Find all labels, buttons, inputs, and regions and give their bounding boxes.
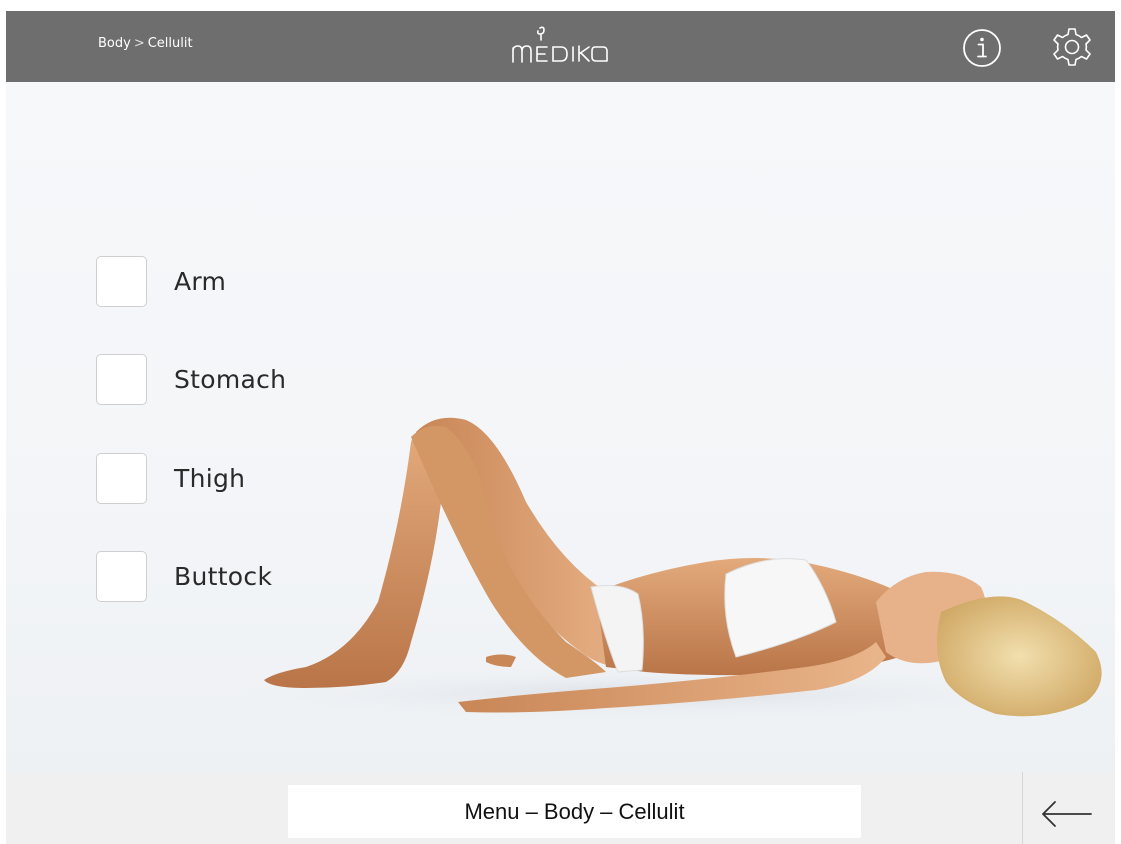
thigh-checkbox[interactable] [96,452,147,504]
arrow-left-icon[interactable] [1035,792,1101,836]
screen-caption: Menu – Body – Cellulit [288,785,861,838]
option-label: Thigh [174,463,246,493]
option-label: Arm [174,266,227,296]
option-label: Buttock [174,561,273,591]
breadcrumb-parent[interactable]: Body [98,36,131,51]
arm-checkbox[interactable] [96,255,147,307]
option-stomach[interactable]: Stomach [96,352,286,406]
option-label: Stomach [174,364,287,394]
info-icon[interactable] [961,27,1003,69]
breadcrumb-separator: > [133,36,145,51]
stomach-checkbox[interactable] [96,353,147,405]
breadcrumb: Body > Cellulit [98,36,193,51]
gear-icon[interactable] [1049,25,1095,71]
option-buttock[interactable]: Buttock [96,549,272,603]
option-thigh[interactable]: Thigh [96,451,245,505]
buttock-checkbox[interactable] [96,550,147,602]
option-arm[interactable]: Arm [96,254,226,308]
reclining-woman-photo [216,417,1102,722]
medika-logo [512,26,608,63]
footer-divider [1022,772,1023,844]
breadcrumb-current: Cellulit [147,36,193,51]
main-area [6,82,1115,772]
